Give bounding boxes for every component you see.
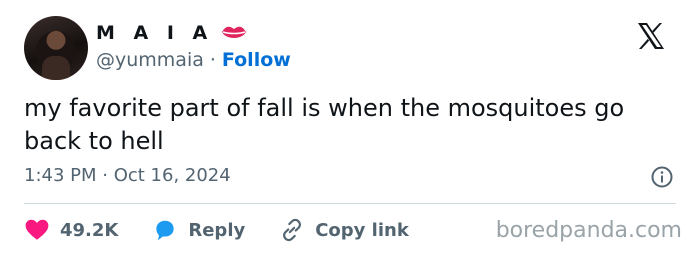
reply-label: Reply (188, 219, 246, 241)
copy-link-button[interactable]: Copy link (279, 217, 409, 243)
reply-bubble-icon (156, 220, 175, 241)
handle-row: @yummaia · Follow (96, 49, 291, 71)
reply-button[interactable]: Reply (152, 217, 245, 243)
handle[interactable]: @yummaia (96, 49, 204, 71)
action-bar: 49.2K Reply Copy link (24, 216, 443, 244)
separator-dot: · (209, 49, 216, 71)
display-name[interactable]: M A I A (96, 22, 213, 44)
lips-icon (222, 26, 247, 38)
watermark: boredpanda.com (495, 218, 682, 243)
follow-button[interactable]: Follow (222, 49, 291, 71)
like-count: 49.2K (60, 219, 119, 241)
like-button[interactable]: 49.2K (24, 217, 118, 243)
info-icon[interactable] (650, 165, 674, 189)
heart-icon (25, 219, 49, 240)
author-name-row: M A I A (96, 20, 247, 46)
avatar[interactable] (24, 16, 88, 80)
link-icon (283, 218, 302, 242)
tweet-text: my favorite part of fall is when the mos… (24, 94, 625, 155)
x-logo-icon[interactable] (636, 22, 666, 50)
timestamp[interactable]: 1:43 PM · Oct 16, 2024 (24, 165, 231, 186)
copy-link-label: Copy link (315, 219, 409, 241)
divider (24, 203, 676, 204)
